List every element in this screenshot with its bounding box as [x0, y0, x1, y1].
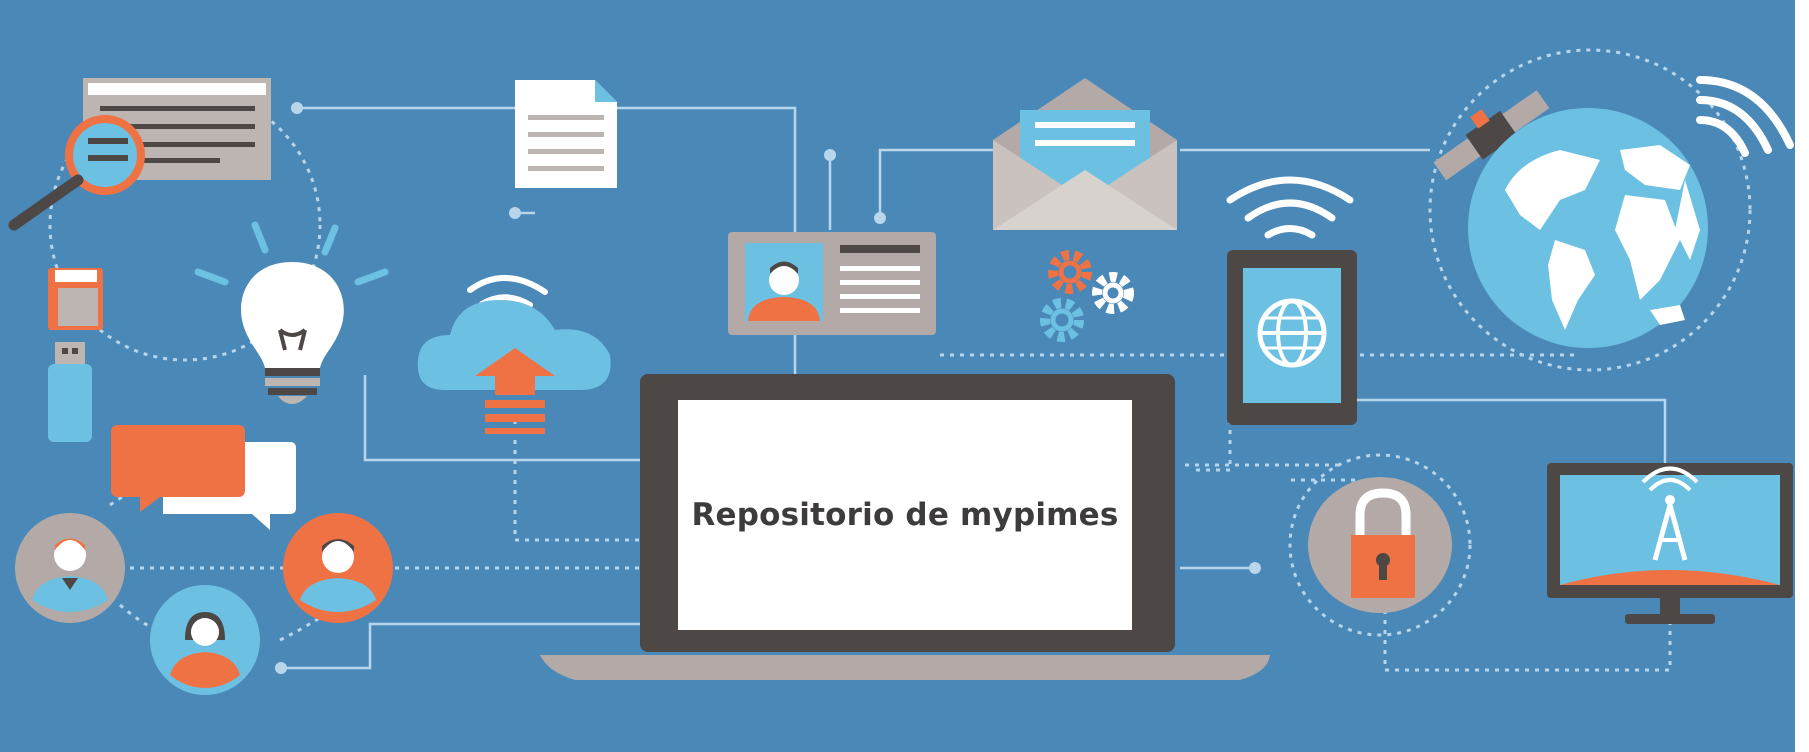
paper-document-icon [515, 80, 617, 188]
laptop-screen-title: Repositorio de mypimes [691, 497, 1119, 533]
id-card-icon [728, 232, 936, 335]
gears-icon [1040, 250, 1134, 342]
hero-banner: Repositorio de mypimes [0, 0, 1809, 752]
cloud-upload-icon [417, 275, 611, 434]
chat-bubbles-icon [111, 425, 296, 530]
wifi-signal-icon [1696, 76, 1794, 157]
globe-icon [1468, 108, 1708, 348]
person-icon [283, 513, 393, 623]
sd-card-icon [48, 268, 103, 330]
document-magnifier-icon [8, 78, 271, 231]
person-icon [15, 513, 125, 623]
tv-antenna-icon [1547, 463, 1793, 624]
right-edge-strip [1795, 0, 1809, 752]
smartphone-icon [1226, 176, 1357, 425]
lightbulb-icon [194, 221, 389, 404]
person-icon [150, 585, 260, 695]
padlock-icon [1308, 477, 1452, 613]
network-illustration [8, 48, 1794, 695]
mail-envelope-icon [993, 78, 1177, 230]
usb-drive-icon [48, 342, 92, 442]
